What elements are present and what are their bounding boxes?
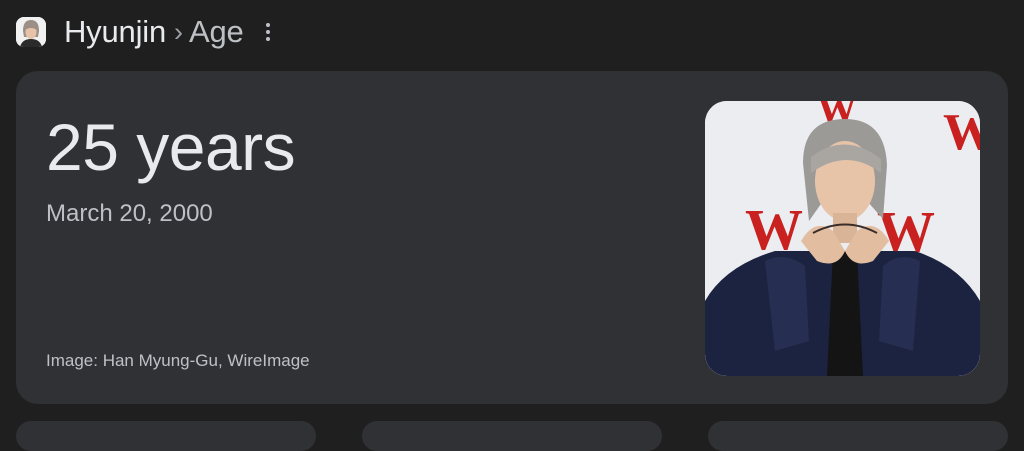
related-chip[interactable] (16, 421, 316, 451)
breadcrumb-separator: › (173, 17, 183, 47)
breadcrumb-attribute: Age (188, 14, 244, 49)
more-vert-icon-dot (265, 30, 270, 34)
svg-text:W: W (943, 104, 980, 161)
answer-card: 25 years March 20, 2000 Image: Han Myung… (16, 71, 1008, 404)
avatar[interactable] (16, 17, 46, 47)
avatar-portrait (16, 17, 46, 47)
birth-date: March 20, 2000 (46, 200, 213, 227)
image-credit: Image: Han Myung-Gu, WireImage (46, 351, 310, 370)
more-options-button[interactable] (256, 16, 280, 48)
related-chip[interactable] (708, 421, 1008, 451)
more-vert-icon-dot (265, 23, 270, 27)
person-photo-illustration: W W W W (705, 101, 980, 376)
age-value: 25 years (46, 110, 296, 184)
related-chip[interactable] (362, 421, 662, 451)
person-photo[interactable]: W W W W (705, 101, 980, 376)
breadcrumb-entity-name[interactable]: Hyunjin (64, 12, 166, 52)
breadcrumb-header: Hyunjin › Age (16, 12, 280, 52)
more-vert-icon-dot (265, 37, 270, 41)
